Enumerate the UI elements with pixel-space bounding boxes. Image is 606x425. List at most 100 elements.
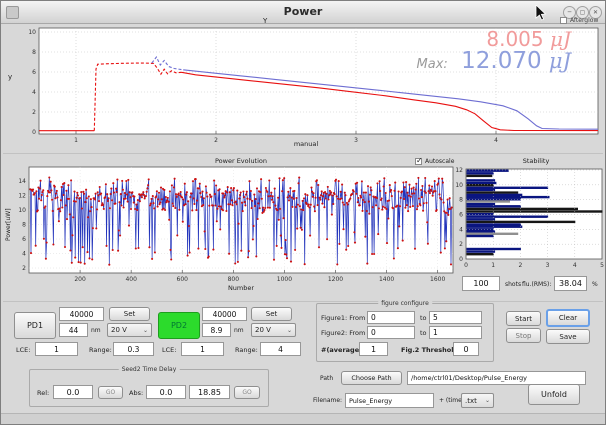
start-button[interactable]: Start bbox=[506, 311, 541, 326]
filename-input[interactable] bbox=[345, 393, 434, 408]
pd1-voltage-value: 20 V bbox=[111, 326, 127, 334]
app-window: 2468100123424681012142004006008001000120… bbox=[0, 0, 606, 425]
svg-text:10: 10 bbox=[18, 207, 26, 214]
max-prefix: Max: bbox=[417, 57, 448, 72]
choose-path-button[interactable]: Choose Path bbox=[341, 371, 402, 385]
clear-button[interactable]: Clear bbox=[546, 309, 590, 327]
pd2-lce-label: LCE: bbox=[162, 346, 176, 354]
svg-text:2: 2 bbox=[32, 109, 36, 116]
pd1-freq-input[interactable] bbox=[59, 307, 104, 321]
figure1-from-input[interactable] bbox=[367, 311, 415, 324]
pd2-nm-label: nm bbox=[234, 327, 244, 334]
abs-input[interactable] bbox=[146, 385, 186, 399]
svg-text:10: 10 bbox=[28, 29, 36, 36]
rel-input[interactable] bbox=[53, 385, 93, 399]
svg-text:1: 1 bbox=[74, 137, 78, 144]
pd2-voltage-dropdown[interactable]: 20 V⌄ bbox=[251, 323, 296, 337]
abs-label: Abs: bbox=[129, 389, 143, 397]
percent-label: % bbox=[592, 281, 598, 288]
svg-text:12: 12 bbox=[18, 193, 26, 200]
pd2-freq-input[interactable] bbox=[202, 307, 247, 321]
top-plot-ylabel: y bbox=[8, 73, 12, 81]
pd2-lce-input[interactable] bbox=[181, 342, 224, 356]
afterglow-label: Afterglow bbox=[570, 17, 598, 24]
pd1-lce-input[interactable] bbox=[35, 342, 78, 356]
figure1-label: Figure1: From bbox=[321, 314, 365, 322]
abs-go-button[interactable]: GO bbox=[234, 386, 260, 399]
figure-configure-title: figure configure bbox=[378, 300, 432, 307]
svg-text:1000: 1000 bbox=[277, 276, 292, 283]
max-energy-readout: Max: 12.070 μJ bbox=[331, 48, 571, 74]
svg-text:0: 0 bbox=[459, 256, 463, 263]
evolution-xlabel: Number bbox=[206, 284, 276, 292]
svg-text:8: 8 bbox=[22, 222, 26, 229]
svg-text:6: 6 bbox=[459, 212, 463, 219]
window-title: Power bbox=[1, 5, 605, 18]
pd2-button[interactable]: PD2 bbox=[158, 312, 200, 339]
svg-text:8: 8 bbox=[32, 49, 36, 56]
shots-input[interactable] bbox=[462, 276, 500, 291]
svg-text:400: 400 bbox=[125, 276, 137, 283]
autoscale-checkbox[interactable]: ✓ bbox=[415, 158, 422, 165]
svg-text:6: 6 bbox=[22, 236, 26, 243]
max-energy-value: 12.070 bbox=[461, 48, 541, 74]
svg-text:0: 0 bbox=[32, 129, 36, 136]
filename-label: Filename: bbox=[313, 397, 342, 404]
titlebar: Power ─ ▢ ✕ bbox=[1, 1, 605, 24]
pd1-voltage-dropdown[interactable]: 20 V ⌄ bbox=[107, 323, 152, 337]
afterglow-checkbox[interactable] bbox=[560, 17, 567, 24]
stability-plot bbox=[466, 169, 603, 259]
pd1-wavelength-input[interactable] bbox=[59, 323, 88, 337]
path-label: Path bbox=[320, 375, 333, 382]
max-energy-unit: μJ bbox=[549, 49, 571, 73]
figure2-label: Figure2: From bbox=[321, 329, 365, 337]
chevron-down-icon: ⌄ bbox=[143, 327, 148, 334]
evolution-plot bbox=[29, 167, 453, 273]
unfold-button[interactable]: Unfold bbox=[528, 384, 580, 405]
svg-text:2: 2 bbox=[22, 265, 26, 272]
evolution-markers bbox=[29, 176, 453, 265]
pd1-range-input[interactable] bbox=[113, 342, 154, 356]
figure2-to-input[interactable] bbox=[429, 326, 482, 339]
figure1-to-input[interactable] bbox=[429, 311, 482, 324]
top-plot-title: Y bbox=[263, 17, 267, 25]
rms-input[interactable] bbox=[554, 276, 587, 291]
svg-text:600: 600 bbox=[177, 276, 189, 283]
svg-text:14: 14 bbox=[18, 178, 26, 185]
extension-dropdown[interactable]: .txt⌄ bbox=[461, 393, 494, 408]
threshold-input[interactable] bbox=[453, 342, 479, 356]
figure2-to-label: to bbox=[420, 329, 427, 337]
chevron-down-icon: ⌄ bbox=[287, 327, 292, 334]
svg-text:2: 2 bbox=[518, 262, 522, 269]
stop-button[interactable]: Stop bbox=[506, 328, 541, 343]
separator-top bbox=[3, 153, 603, 154]
pd1-nm-label: nm bbox=[91, 327, 101, 334]
pd1-button[interactable]: PD1 bbox=[14, 312, 56, 339]
svg-text:4: 4 bbox=[32, 89, 36, 96]
svg-text:10: 10 bbox=[455, 182, 463, 189]
pd1-set-button[interactable]: Set bbox=[109, 307, 150, 321]
svg-text:2: 2 bbox=[459, 241, 463, 248]
save-button[interactable]: Save bbox=[546, 329, 590, 344]
svg-text:800: 800 bbox=[228, 276, 240, 283]
pd2-wavelength-input[interactable] bbox=[202, 323, 231, 337]
stability-title: Stability bbox=[496, 157, 576, 165]
evolution-ylabel: Power[uW] bbox=[5, 208, 12, 241]
average-input[interactable] bbox=[359, 342, 388, 356]
figure1-to-label: to bbox=[420, 314, 427, 322]
rel-go-button[interactable]: GO bbox=[98, 386, 123, 399]
pd2-range-input[interactable] bbox=[260, 342, 301, 356]
seed2-title: Seed2 Time Delay bbox=[119, 366, 180, 373]
pd2-range-label: Range: bbox=[235, 346, 258, 354]
svg-text:1600: 1600 bbox=[430, 276, 445, 283]
chevron-down-icon: ⌄ bbox=[485, 397, 490, 404]
pd2-set-button[interactable]: Set bbox=[251, 307, 292, 321]
figure2-from-input[interactable] bbox=[367, 326, 415, 339]
path-input[interactable] bbox=[407, 371, 586, 385]
svg-text:4: 4 bbox=[22, 251, 26, 258]
top-plot-xlabel: manual bbox=[266, 140, 346, 148]
abs2-input[interactable] bbox=[189, 385, 230, 399]
svg-text:1400: 1400 bbox=[379, 276, 394, 283]
window-bottom-edge bbox=[1, 413, 605, 424]
svg-text:200: 200 bbox=[74, 276, 86, 283]
